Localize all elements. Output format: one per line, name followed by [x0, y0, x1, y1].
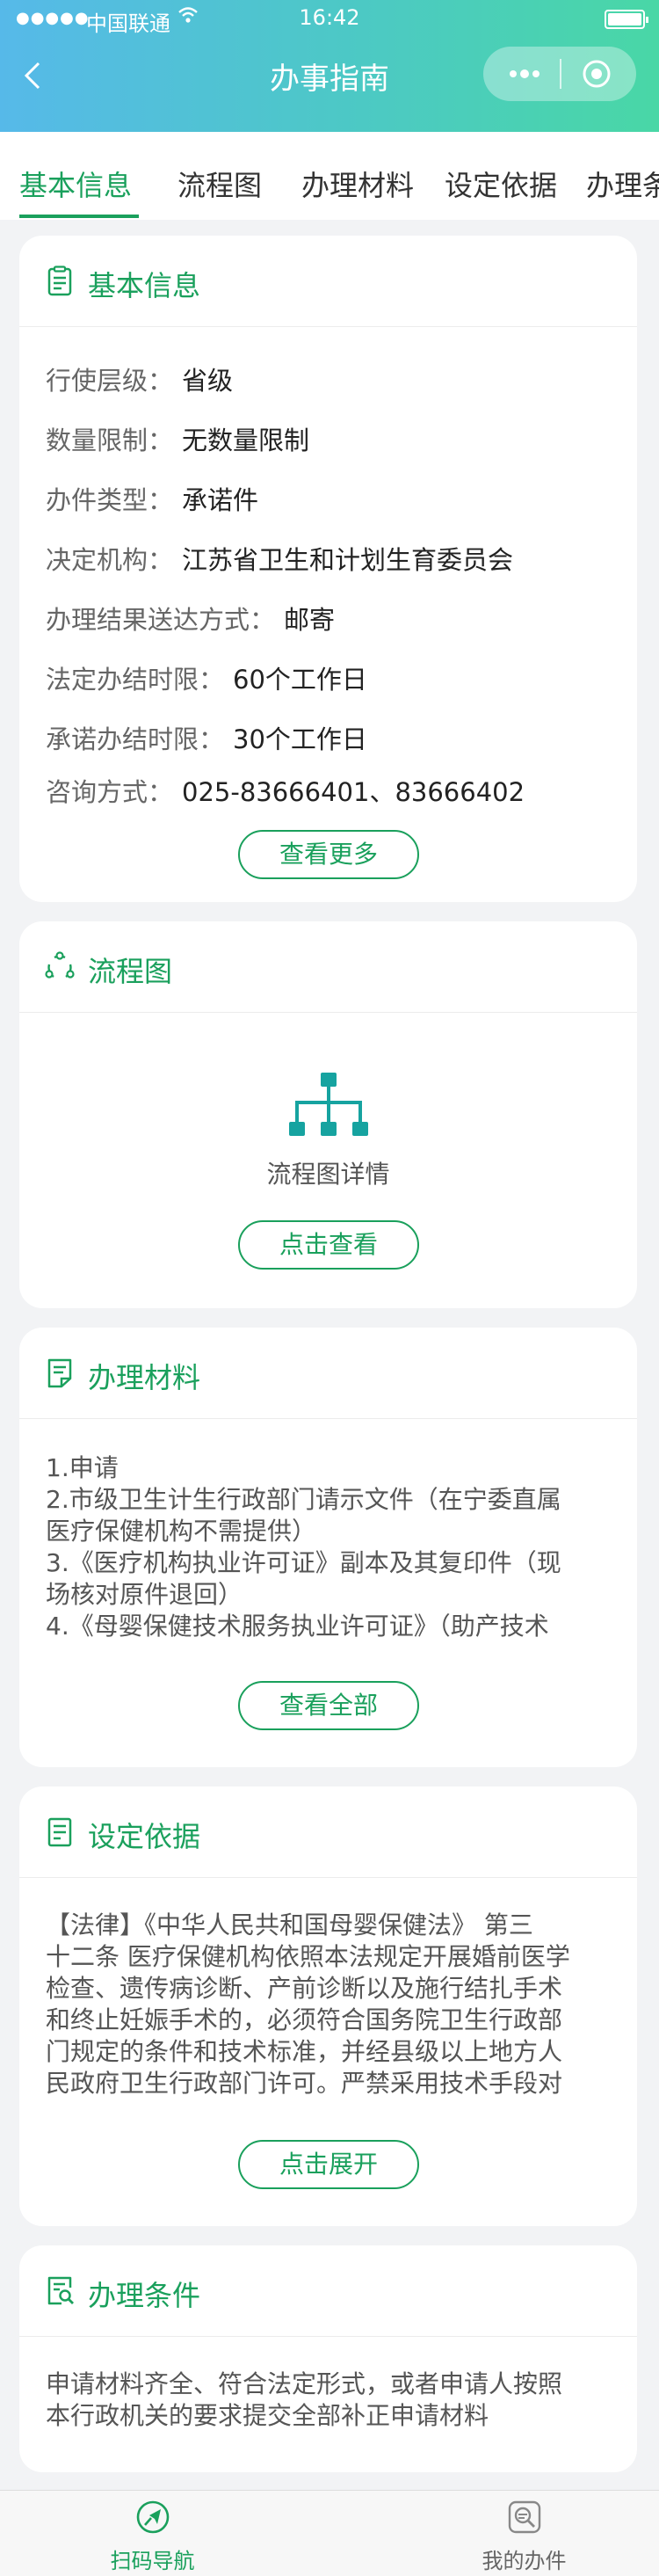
tab-conditions[interactable]: 办理条件: [586, 164, 659, 204]
my-cases-icon: [508, 2500, 541, 2534]
tab-flowchart[interactable]: 流程图: [177, 164, 262, 204]
tab-scan-navigation[interactable]: 扫码导航: [0, 2491, 317, 2576]
document-icon: [47, 1358, 72, 1388]
info-label: 办件类型：: [46, 485, 174, 515]
material-line: 1.申请: [46, 1453, 119, 1482]
info-row: 办理结果送达方式： 邮寄: [46, 600, 335, 637]
battery-icon: [605, 10, 648, 29]
navigation-header: ●●●●● 中国联通 16:42 办事指南: [0, 0, 659, 132]
info-label: 咨询方式：: [46, 777, 174, 807]
card-title: 基本信息: [88, 269, 201, 302]
info-row: 咨询方式： 025-83666401、83666402: [46, 772, 525, 809]
info-label: 办理结果送达方式：: [46, 605, 276, 635]
miniprogram-capsule: [483, 47, 636, 101]
tab-my-cases[interactable]: 我的办件: [359, 2491, 659, 2576]
expand-button[interactable]: 点击展开: [238, 2140, 419, 2189]
info-value: 江苏省卫生和计划生育委员会: [182, 545, 514, 575]
close-miniprogram-icon[interactable]: [582, 59, 612, 89]
tab-label: 扫码导航: [110, 2549, 195, 2573]
tab-basis[interactable]: 设定依据: [445, 164, 557, 204]
card-header: 基本信息: [19, 236, 637, 327]
info-label: 承诺办结时限：: [46, 724, 225, 754]
navigation-icon: [136, 2500, 170, 2534]
material-line: 场核对原件退回）: [46, 1580, 243, 1609]
hierarchy-icon: [289, 1073, 368, 1136]
card-header: 办理材料: [19, 1328, 637, 1419]
material-line: 2.市级卫生计生行政部门请示文件（在宁委直属: [46, 1485, 561, 1514]
card-header: 办理条件: [19, 2245, 637, 2337]
conditions-card: 办理条件 申请材料齐全、符合法定形式，或者申请人按照 本行政机关的要求提交全部补…: [19, 2245, 637, 2472]
info-label: 行使层级：: [46, 366, 174, 396]
more-icon[interactable]: [503, 61, 547, 87]
info-row: 承诺办结时限： 30个工作日: [46, 719, 367, 756]
condition-line: 申请材料齐全、符合法定形式，或者申请人按照: [46, 2369, 563, 2398]
info-row: 行使层级： 省级: [46, 360, 233, 397]
basis-line: 门规定的条件和技术标准，并经县级以上地方人: [46, 2037, 563, 2066]
active-tab-indicator: [19, 215, 139, 218]
document-list-icon: [47, 1817, 72, 1847]
info-value: 025-83666401、83666402: [182, 777, 525, 807]
tab-materials[interactable]: 办理材料: [301, 164, 414, 204]
card-header: 设定依据: [19, 1786, 637, 1878]
clipboard-icon: [47, 266, 72, 296]
basis-text: 【法律】《中华人民共和国母婴保健法》 第三 十二条 医疗保健机构依照本法规定开展…: [46, 1910, 615, 2099]
info-row: 办件类型： 承诺件: [46, 480, 258, 517]
info-value: 30个工作日: [233, 724, 367, 754]
tab-basic-info[interactable]: 基本信息: [19, 164, 132, 204]
basis-card: 设定依据 【法律】《中华人民共和国母婴保健法》 第三 十二条 医疗保健机构依照本…: [19, 1786, 637, 2226]
status-bar: ●●●●● 中国联通 16:42: [0, 0, 659, 39]
bottom-tab-bar: 扫码导航 我的办件: [0, 2490, 659, 2576]
card-header: 流程图: [19, 921, 637, 1013]
info-row: 决定机构： 江苏省卫生和计划生育委员会: [46, 540, 513, 577]
info-value: 60个工作日: [233, 665, 367, 695]
basis-line: 【法律】《中华人民共和国母婴保健法》 第三: [46, 1910, 533, 1939]
basis-line: 十二条 医疗保健机构依照本法规定开展婚前医学: [46, 1942, 570, 1971]
info-label: 法定办结时限：: [46, 665, 225, 695]
card-title: 办理条件: [88, 2279, 201, 2312]
tab-label: 我的办件: [482, 2549, 567, 2573]
material-line: 4.《母婴保健技术服务执业许可证》（助产技术: [46, 1612, 549, 1641]
info-value: 省级: [182, 366, 234, 396]
section-tabs: 基本信息 流程图 办理材料 设定依据 办理条件: [0, 132, 659, 220]
basic-info-card: 基本信息 行使层级： 省级 数量限制： 无数量限制 办件类型： 承诺件 决定机构： 江苏…: [19, 236, 637, 902]
flowchart-caption: 流程图详情: [266, 1160, 390, 1189]
basis-line: 检查、遗传病诊断、产前诊断以及施行结扎手术: [46, 1974, 563, 2003]
flowchart-card: 流程图 流程图详情 点击查看: [19, 921, 637, 1308]
view-all-button[interactable]: 查看全部: [238, 1681, 419, 1730]
card-title: 设定依据: [88, 1820, 201, 1853]
materials-card: 办理材料 1.申请 2.市级卫生计生行政部门请示文件（在宁委直属 医疗保健机构不…: [19, 1328, 637, 1767]
info-value: 承诺件: [182, 485, 259, 515]
materials-list: 1.申请 2.市级卫生计生行政部门请示文件（在宁委直属 医疗保健机构不需提供） …: [46, 1452, 615, 1642]
conditions-text: 申请材料齐全、符合法定形式，或者申请人按照 本行政机关的要求提交全部补正申请材料: [46, 2369, 615, 2432]
cycle-icon: [45, 951, 75, 979]
view-more-button[interactable]: 查看更多: [238, 830, 419, 879]
card-title: 办理材料: [88, 1361, 201, 1394]
info-row: 法定办结时限： 60个工作日: [46, 659, 367, 696]
condition-line: 本行政机关的要求提交全部补正申请材料: [46, 2401, 489, 2430]
material-line: 3.《医疗机构执业许可证》副本及其复印件（现: [46, 1548, 561, 1577]
info-label: 数量限制：: [46, 426, 174, 455]
info-value: 无数量限制: [182, 426, 310, 455]
status-time: 16:42: [299, 5, 360, 30]
document-search-icon: [47, 2276, 74, 2305]
info-label: 决定机构：: [46, 545, 174, 575]
capsule-divider: [560, 59, 561, 89]
view-flowchart-button[interactable]: 点击查看: [238, 1220, 419, 1270]
card-title: 流程图: [88, 955, 173, 988]
info-row: 数量限制： 无数量限制: [46, 420, 309, 457]
material-line: 医疗保健机构不需提供）: [46, 1517, 317, 1546]
basis-line: 和终止妊娠手术的，必须符合国务院卫生行政部: [46, 2005, 563, 2034]
basis-line: 民政府卫生行政部门许可。严禁采用技术手段对: [46, 2069, 563, 2098]
info-value: 邮寄: [284, 605, 336, 635]
